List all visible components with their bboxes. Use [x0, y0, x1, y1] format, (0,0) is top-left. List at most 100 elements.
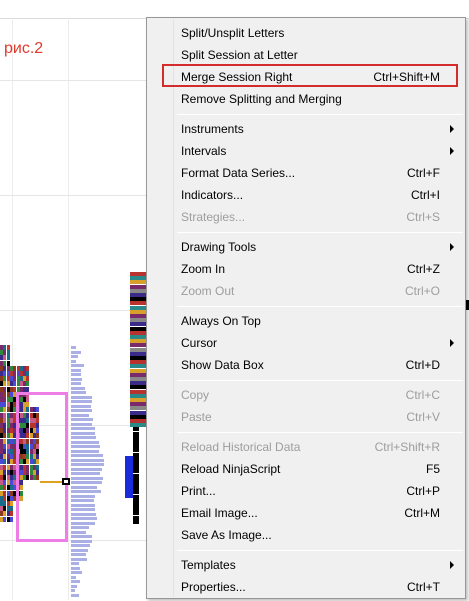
submenu-arrow-icon [450, 561, 454, 569]
menu-item-shortcut: Ctrl+Z [407, 262, 440, 276]
menu-separator [177, 306, 463, 307]
menu-item-shortcut: Ctrl+F [407, 166, 440, 180]
menu-item-zoom-in[interactable]: Zoom In Ctrl+Z [148, 258, 464, 280]
volume-bar [71, 544, 90, 547]
menu-item-label: Copy [181, 388, 210, 402]
volume-bar [71, 422, 92, 426]
menu-item-cursor[interactable]: Cursor [148, 332, 464, 354]
menu-item-reload-ninjascript[interactable]: Reload NinjaScript F5 [148, 458, 464, 480]
menu-item-label: Split Session at Letter [181, 48, 298, 62]
menu-separator [177, 114, 463, 115]
menu-item-label: Show Data Box [181, 358, 264, 372]
menu-item-label: Email Image... [181, 506, 258, 520]
volume-bar [71, 508, 95, 511]
menu-item-reload-historical-data: Reload Historical Data Ctrl+Shift+R [148, 436, 464, 458]
menu-item-label: Format Data Series... [181, 166, 296, 180]
menu-item-label: Strategies... [181, 210, 246, 224]
volume-bar [71, 404, 92, 408]
volume-bar [71, 472, 100, 475]
volume-bar [71, 377, 82, 381]
submenu-arrow-icon [450, 339, 454, 347]
poc-marker [62, 478, 70, 485]
menu-item-label: Zoom Out [181, 284, 235, 298]
volume-bar [71, 395, 93, 399]
volume-bar [71, 575, 77, 579]
menu-item-shortcut: Ctrl+M [404, 506, 440, 520]
menu-item-templates[interactable]: Templates [148, 554, 464, 576]
volume-bar [71, 584, 77, 588]
menu-item-strategies: Strategies... Ctrl+S [148, 206, 464, 228]
menu-item-intervals[interactable]: Intervals [148, 140, 464, 162]
menu-item-label: Intervals [181, 144, 227, 158]
tpo-cell [9, 516, 13, 522]
grid-line [0, 310, 150, 311]
volume-bar [71, 476, 103, 480]
grid-line [0, 80, 150, 81]
menu-item-shortcut: Ctrl+V [406, 410, 440, 424]
menu-item-label: Remove Splitting and Merging [181, 92, 342, 106]
volume-bar [71, 580, 80, 583]
volume-bar [71, 440, 99, 444]
volume-bar [71, 571, 82, 574]
highlight-frame [162, 64, 458, 87]
menu-item-shortcut: Ctrl+I [410, 188, 440, 202]
strip-cell [133, 519, 139, 524]
volume-bar [71, 458, 105, 462]
context-menu: Split/Unsplit Letters Split Session at Le… [146, 17, 466, 599]
menu-item-shortcut: Ctrl+C [405, 388, 440, 402]
volume-bar [71, 346, 77, 349]
menu-item-split-unsplit-letters[interactable]: Split/Unsplit Letters [148, 22, 464, 44]
volume-bar [71, 350, 81, 354]
menu-item-label: Paste [181, 410, 212, 424]
menu-separator [177, 380, 463, 381]
volume-bar [71, 413, 89, 417]
volume-bar [71, 436, 96, 439]
menu-item-remove-splitting-and-merging[interactable]: Remove Splitting and Merging [148, 88, 464, 110]
submenu-arrow-icon [450, 243, 454, 251]
volume-bar [71, 562, 80, 565]
menu-item-properties[interactable]: Properties... Ctrl+T [148, 576, 464, 598]
menu-item-shortcut: F5 [425, 462, 440, 476]
submenu-arrow-icon [450, 125, 454, 133]
menu-item-email-image[interactable]: Email Image... Ctrl+M [148, 502, 464, 524]
menu-item-shortcut: Ctrl+T [407, 580, 440, 594]
menu-item-drawing-tools[interactable]: Drawing Tools [148, 236, 464, 258]
volume-bar [71, 391, 86, 394]
menu-item-show-data-box[interactable]: Show Data Box Ctrl+D [148, 354, 464, 376]
menu-item-save-as-image[interactable]: Save As Image... [148, 524, 464, 546]
volume-bar [71, 359, 77, 363]
menu-item-indicators[interactable]: Indicators... Ctrl+I [148, 184, 464, 206]
menu-item-shortcut: Ctrl+Shift+R [374, 440, 440, 454]
volume-bar [71, 499, 95, 502]
menu-item-label: Reload Historical Data [181, 440, 301, 454]
menu-item-label: Cursor [181, 336, 218, 350]
volume-bar [71, 566, 81, 570]
volume-bar [71, 530, 87, 534]
volume-bar [71, 364, 84, 367]
volume-bar [71, 382, 82, 385]
volume-bar [71, 521, 96, 525]
volume-bar [71, 481, 102, 484]
menu-item-paste: Paste Ctrl+V [148, 406, 464, 428]
current-price-bar [125, 456, 133, 498]
menu-separator [177, 550, 463, 551]
volume-bar [71, 503, 96, 507]
menu-item-shortcut: Ctrl+S [406, 210, 440, 224]
menu-item-format-data-series[interactable]: Format Data Series... Ctrl+F [148, 162, 464, 184]
menu-item-label: Templates [181, 558, 236, 572]
menu-item-instruments[interactable]: Instruments [148, 118, 464, 140]
poc-line [40, 481, 64, 483]
volume-bar [71, 553, 86, 556]
menu-item-print[interactable]: Print... Ctrl+P [148, 480, 464, 502]
menu-item-label: Print... [181, 484, 216, 498]
volume-bar [71, 373, 81, 376]
menu-item-label: Save As Image... [181, 528, 272, 542]
menu-item-always-on-top[interactable]: Always On Top [148, 310, 464, 332]
menu-item-label: Instruments [181, 122, 244, 136]
menu-item-split-session-at-letter[interactable]: Split Session at Letter [148, 44, 464, 66]
grid-line [0, 195, 150, 196]
menu-item-label: Always On Top [181, 314, 261, 328]
menu-item-label: Zoom In [181, 262, 226, 276]
volume-bar [71, 463, 104, 466]
volume-bar [71, 445, 101, 448]
